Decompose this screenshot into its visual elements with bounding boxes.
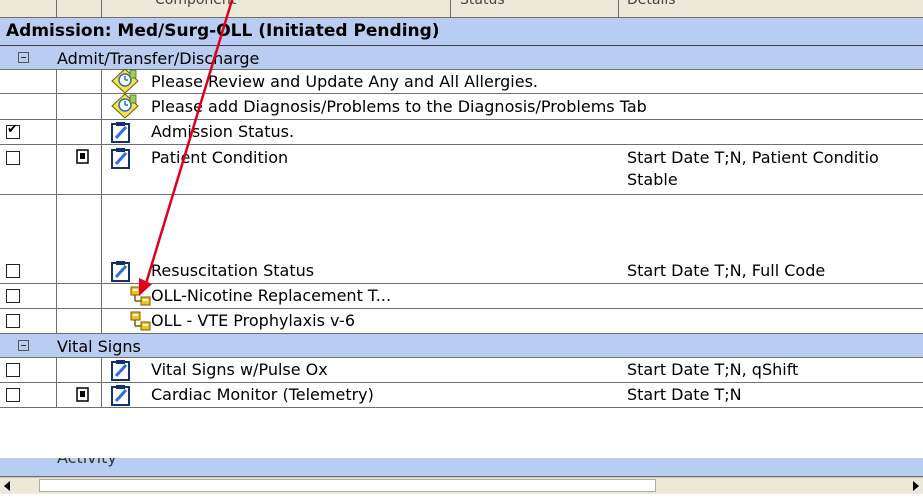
grid-bottom: Activity <box>0 458 923 494</box>
order-label: Vital Signs w/Pulse Ox <box>151 360 328 379</box>
collapse-icon[interactable] <box>18 52 29 63</box>
note-icon[interactable] <box>76 149 90 165</box>
reminder-icon <box>110 93 140 119</box>
list-item[interactable]: Resuscitation Status Start Date T;N, Ful… <box>0 259 923 284</box>
column-header-details[interactable]: Details <box>627 0 676 8</box>
order-label: Cardiac Monitor (Telemetry) <box>151 385 374 404</box>
order-clipboard-icon <box>110 147 132 169</box>
order-label: Resuscitation Status <box>151 261 315 280</box>
order-details: Start Date T;N <box>627 385 742 404</box>
order-label: Patient Condition <box>151 148 289 167</box>
reminder-icon <box>110 68 140 94</box>
order-clipboard-icon <box>110 260 132 282</box>
list-item[interactable]: Admission Status. <box>0 120 923 145</box>
scroll-left-button[interactable] <box>0 478 16 494</box>
order-checkbox[interactable] <box>6 314 20 328</box>
order-clipboard-icon <box>110 384 132 406</box>
list-item[interactable]: OLL-Nicotine Replacement T... <box>0 284 923 309</box>
order-checkbox[interactable] <box>6 264 20 278</box>
order-label: OLL - VTE Prophylaxis v-6 <box>151 311 356 330</box>
list-item[interactable]: Please add Diagnosis/Problems to the Dia… <box>0 93 923 120</box>
group-row-admit-transfer-discharge[interactable]: Admit/Transfer/Discharge <box>0 46 923 70</box>
plan-title: Admission: Med/Surg-OLL (Initiated Pendi… <box>6 21 440 41</box>
list-item[interactable]: Cardiac Monitor (Telemetry) Start Date T… <box>0 383 923 408</box>
group-label: Activity <box>57 458 117 467</box>
column-header-row: Component Status Details <box>0 0 923 18</box>
order-label: Please add Diagnosis/Problems to the Dia… <box>151 97 647 116</box>
list-item[interactable]: Please Review and Update Any and All All… <box>0 68 923 94</box>
order-label: OLL-Nicotine Replacement T... <box>151 286 392 305</box>
order-checkbox[interactable] <box>6 363 20 377</box>
subphase-icon <box>130 311 152 331</box>
list-item[interactable]: OLL - VTE Prophylaxis v-6 <box>0 309 923 334</box>
order-label: Please Review and Update Any and All All… <box>151 72 538 91</box>
order-details: Start Date T;N, qShift <box>627 360 799 379</box>
order-checkbox[interactable] <box>6 122 20 139</box>
order-details-line-2: Stable <box>627 170 678 189</box>
group-label: Vital Signs <box>57 337 141 356</box>
scrollbar-thumb[interactable] <box>39 479 656 492</box>
group-row-vital-signs[interactable]: Vital Signs <box>0 334 923 358</box>
list-spacer <box>0 195 923 259</box>
order-label: Admission Status. <box>151 122 295 141</box>
list-item[interactable]: Vital Signs w/Pulse Ox Start Date T;N, q… <box>0 358 923 383</box>
note-icon[interactable] <box>76 387 90 403</box>
collapse-icon[interactable] <box>18 340 29 351</box>
order-details: Start Date T;N, Patient Conditio <box>627 148 879 167</box>
group-label: Admit/Transfer/Discharge <box>57 49 260 68</box>
order-clipboard-icon <box>110 121 132 143</box>
order-details: Start Date T;N, Full Code <box>627 261 826 280</box>
column-header-status[interactable]: Status <box>460 0 505 8</box>
plan-title-row[interactable]: Admission: Med/Surg-OLL (Initiated Pendi… <box>0 18 923 46</box>
horizontal-scrollbar[interactable] <box>0 477 923 494</box>
order-checkbox[interactable] <box>6 289 20 303</box>
scroll-right-button[interactable] <box>907 478 923 494</box>
subphase-icon <box>130 286 152 306</box>
list-item[interactable]: Patient Condition Start Date T;N, Patien… <box>0 145 923 195</box>
column-header-component[interactable]: Component <box>155 0 236 8</box>
order-clipboard-icon <box>110 359 132 381</box>
order-checkbox[interactable] <box>6 151 20 165</box>
order-checkbox[interactable] <box>6 388 20 402</box>
group-row-activity[interactable]: Activity <box>0 458 923 477</box>
